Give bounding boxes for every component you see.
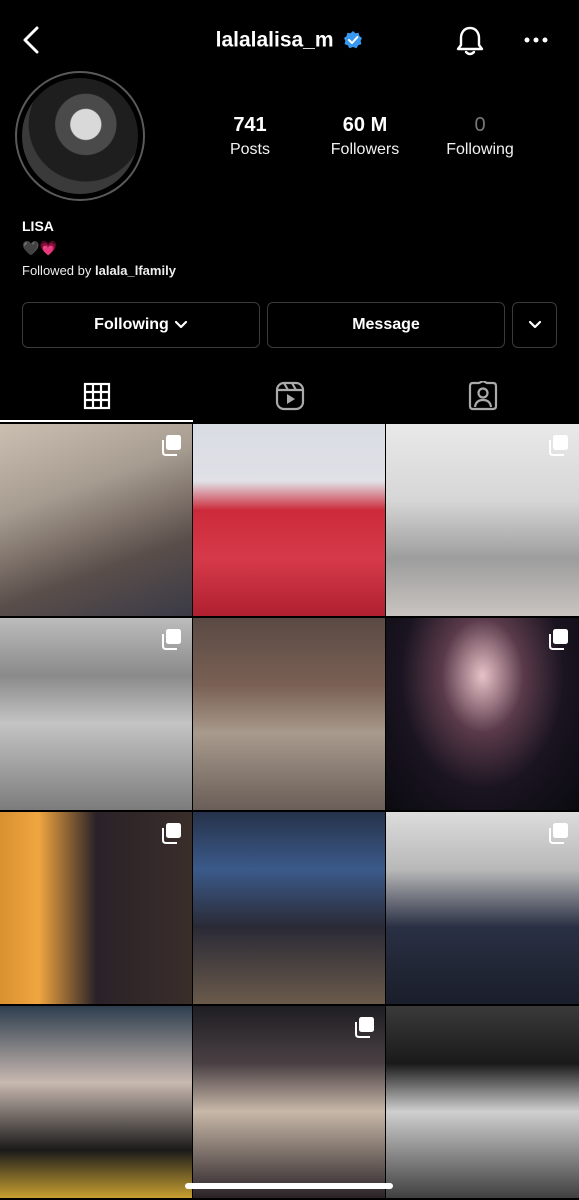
full-name: LISA — [22, 218, 54, 234]
profile-tabs — [0, 370, 579, 422]
tab-posts-grid[interactable] — [0, 370, 193, 422]
notification-bell-icon[interactable] — [453, 24, 487, 58]
post-thumbnail[interactable] — [0, 618, 192, 810]
verified-badge-icon — [343, 30, 363, 50]
home-indicator[interactable] — [185, 1183, 393, 1189]
post-thumbnail[interactable] — [0, 1006, 192, 1198]
message-button-label: Message — [352, 316, 420, 333]
following-button-label: Following — [94, 316, 169, 333]
following-label: Following — [446, 141, 514, 158]
followers-count: 60 M — [342, 114, 388, 136]
grid-icon — [83, 382, 110, 410]
top-bar: lalalalisa_m — [0, 0, 579, 82]
post-thumbnail[interactable] — [386, 424, 579, 616]
following-stat[interactable]: 0 Following — [430, 114, 530, 159]
followed-by-text[interactable]: Followed by lalala_lfamily — [22, 263, 176, 278]
post-thumbnail[interactable] — [0, 812, 192, 1004]
pink-heart-icon: 💗 — [39, 240, 57, 256]
posts-label: Posts — [229, 141, 270, 158]
profile-avatar[interactable] — [15, 71, 145, 201]
chevron-down-icon — [528, 320, 541, 329]
bio-emoji: 🖤💗 — [22, 240, 176, 257]
posts-count: 741 — [233, 114, 267, 136]
posts-grid — [0, 424, 579, 1198]
reels-icon — [275, 381, 304, 411]
username: lalalalisa_m — [215, 28, 334, 52]
post-thumbnail[interactable] — [193, 424, 385, 616]
followers-label: Followers — [330, 141, 400, 158]
carousel-icon — [160, 822, 182, 844]
avatar-photo — [22, 78, 138, 194]
message-button[interactable]: Message — [267, 302, 505, 348]
carousel-icon — [160, 628, 182, 650]
suggested-accounts-button[interactable] — [512, 302, 557, 348]
carousel-icon — [160, 434, 182, 456]
profile-bio: LISA 🖤💗 Followed by lalala_lfamily — [22, 218, 176, 278]
post-thumbnail[interactable] — [386, 812, 579, 1004]
post-thumbnail[interactable] — [386, 618, 579, 810]
followed-by-user: lalala_lfamily — [94, 263, 176, 278]
profile-username-header: lalalalisa_m — [0, 28, 579, 52]
carousel-icon — [353, 1016, 375, 1038]
post-thumbnail[interactable] — [193, 812, 385, 1004]
tab-reels[interactable] — [193, 370, 386, 422]
post-thumbnail[interactable] — [0, 424, 192, 616]
post-thumbnail[interactable] — [386, 1006, 579, 1198]
chevron-down-icon — [174, 320, 187, 329]
followers-stat[interactable]: 60 M Followers — [315, 114, 415, 159]
more-options-icon[interactable] — [521, 30, 551, 50]
black-heart-icon: 🖤 — [22, 240, 40, 256]
followed-by-prefix: Followed by — [22, 263, 95, 278]
following-count: 0 — [474, 114, 486, 136]
posts-stat[interactable]: 741 Posts — [200, 114, 300, 159]
tab-tagged[interactable] — [386, 370, 579, 422]
carousel-icon — [547, 628, 569, 650]
post-thumbnail[interactable] — [193, 618, 385, 810]
profile-stats: 741 Posts 60 M Followers 0 Following — [200, 114, 530, 159]
carousel-icon — [547, 822, 569, 844]
following-button[interactable]: Following — [22, 302, 260, 348]
carousel-icon — [547, 434, 569, 456]
tagged-icon — [468, 381, 497, 411]
post-thumbnail[interactable] — [193, 1006, 385, 1198]
